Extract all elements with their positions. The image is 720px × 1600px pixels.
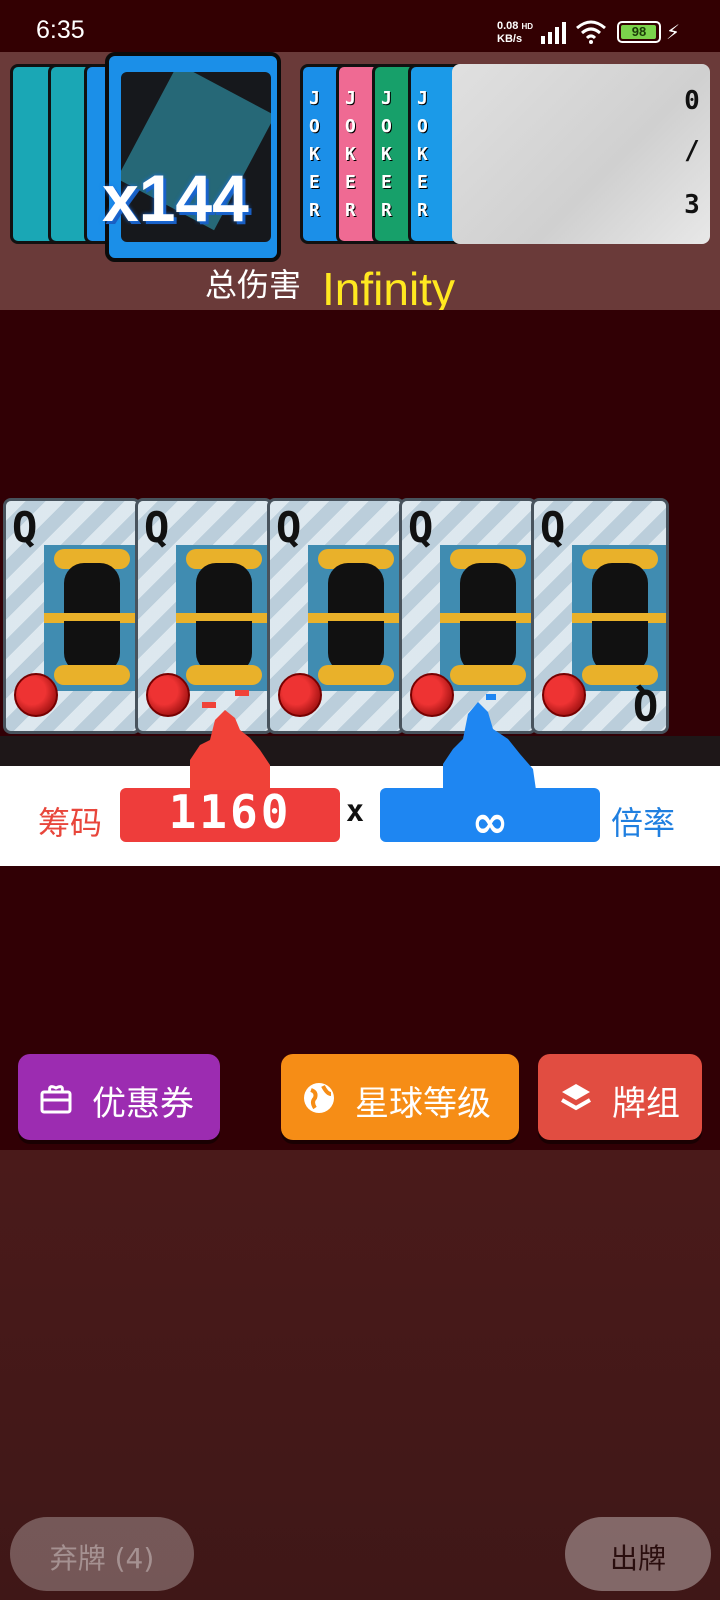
playing-card[interactable]: Q — [3, 498, 141, 734]
card-rank: Q — [276, 503, 302, 552]
queen-portrait — [176, 545, 270, 691]
charging-icon: ⚡ — [666, 20, 681, 44]
gift-icon — [40, 1085, 72, 1114]
battery-level: 98 — [631, 24, 647, 39]
playing-card[interactable]: QQ — [531, 498, 669, 734]
net-speed-value: 0.08 — [497, 20, 519, 32]
joker-panel: JOKER JOKER JOKER JOKER x144 0 / 3 总伤害 Infi… — [0, 52, 720, 310]
deck-label: 牌组 — [612, 1084, 680, 1124]
card-rank: Q — [408, 503, 434, 552]
card-rank-rotated: Q — [632, 680, 658, 729]
discard-button[interactable]: 弃牌 (4) — [10, 1517, 194, 1591]
mult-value: ∞ — [471, 797, 509, 848]
total-damage-value: Infinity — [322, 263, 455, 310]
joker-card-letters: JOKER — [345, 88, 356, 221]
times-symbol: x — [346, 794, 365, 829]
hand: QQQQQQ — [0, 498, 720, 738]
network-speed: 0.08 HD KB/s — [497, 20, 533, 45]
play-hand-button[interactable]: 出牌 — [565, 1517, 711, 1591]
chips-label: 筹码 — [38, 804, 103, 842]
net-speed-unit: KB/s — [497, 33, 523, 45]
deck-button[interactable]: 牌组 — [538, 1054, 702, 1140]
planet-level-button[interactable]: 星球等级 — [281, 1054, 519, 1140]
chips-flame-icon — [190, 690, 270, 790]
wifi-icon — [576, 20, 606, 44]
coupon-label: 优惠券 — [92, 1084, 194, 1124]
counter-current: 0 — [684, 86, 700, 116]
red-seal-icon — [542, 673, 586, 717]
globe-icon — [304, 1083, 334, 1113]
queen-portrait — [572, 545, 666, 691]
counter-separator: / — [684, 136, 700, 166]
joker-multiplier: x144 — [102, 161, 249, 235]
counter-max: 3 — [684, 190, 700, 220]
red-seal-icon — [14, 673, 58, 717]
mult-label: 倍率 — [611, 804, 676, 842]
hd-label: HD — [521, 22, 534, 31]
queen-portrait — [308, 545, 402, 691]
card-rank: Q — [12, 503, 38, 552]
score-bar: 筹码 1160 x ∞ 倍率 — [0, 766, 720, 866]
joker-slot-counter: 0 / 3 — [452, 64, 710, 244]
cellular-signal-icon — [541, 22, 566, 44]
layers-icon — [561, 1084, 591, 1111]
planet-level-label: 星球等级 — [355, 1084, 491, 1124]
red-seal-icon — [278, 673, 322, 717]
discard-label: 弃牌 (4) — [49, 1542, 155, 1575]
queen-portrait — [44, 545, 138, 691]
total-damage-label: 总伤害 — [205, 266, 302, 304]
joker-card-letters: JOKER — [417, 88, 428, 221]
queen-portrait — [440, 545, 534, 691]
joker-card-letters: JOKER — [309, 88, 320, 221]
status-time: 6:35 — [36, 16, 85, 44]
card-rank: Q — [540, 503, 566, 552]
joker-card-letters: JOKER — [381, 88, 392, 221]
card-rank: Q — [144, 503, 170, 552]
battery-icon: 98 — [617, 21, 661, 43]
playing-card[interactable]: Q — [267, 498, 405, 734]
mult-flame-icon — [443, 694, 538, 804]
coupon-button[interactable]: 优惠券 — [18, 1054, 220, 1140]
chips-box: 1160 — [120, 788, 340, 842]
play-label: 出牌 — [609, 1542, 666, 1575]
table-floor — [0, 736, 720, 766]
chips-value: 1160 — [168, 785, 292, 839]
